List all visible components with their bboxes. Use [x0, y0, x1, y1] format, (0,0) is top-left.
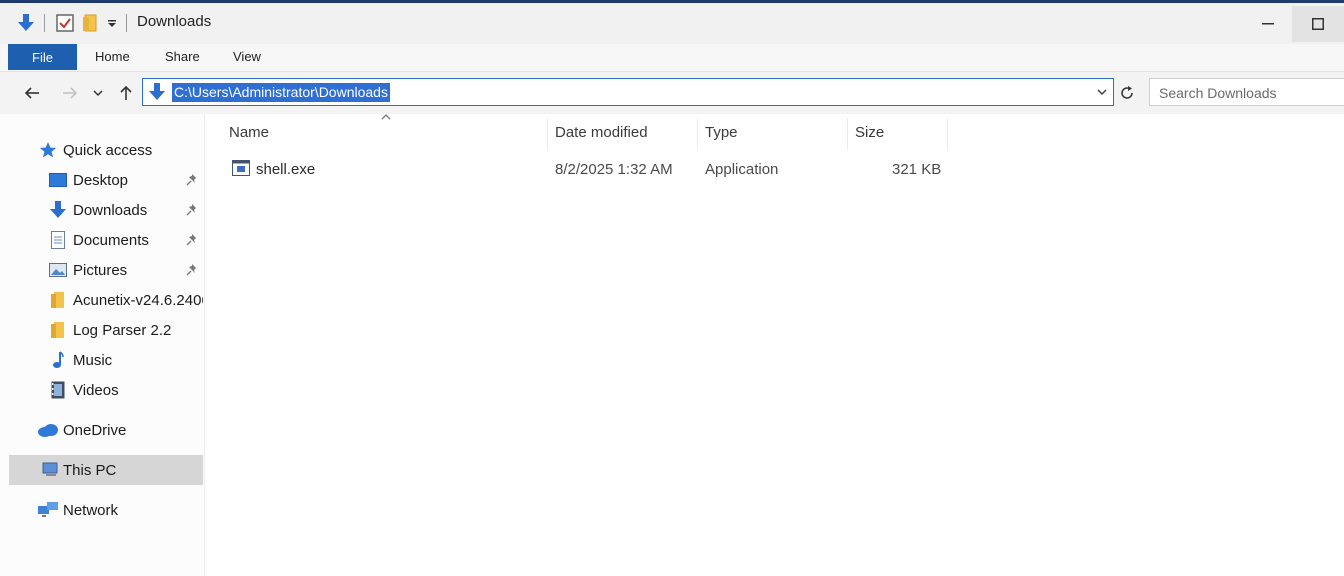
- nav-item-documents[interactable]: Documents: [0, 225, 203, 255]
- file-date: 8/2/2025 1:32 AM: [555, 161, 673, 178]
- nav-item-desktop[interactable]: Desktop: [0, 165, 203, 195]
- search-input[interactable]: Search Downloads: [1149, 78, 1344, 106]
- nav-this-pc-label: This PC: [63, 461, 117, 479]
- tab-view[interactable]: View: [233, 49, 261, 64]
- nav-item-label: Downloads: [73, 201, 148, 219]
- nav-item-log-parser[interactable]: Log Parser 2.2: [0, 315, 203, 345]
- documents-icon: [49, 231, 67, 249]
- column-header-type[interactable]: Type: [705, 124, 738, 141]
- file-name[interactable]: shell.exe: [256, 161, 315, 178]
- file-type: Application: [705, 161, 779, 178]
- file-list: Name Date modified Type Size shell.exe 8…: [206, 114, 1344, 576]
- refresh-button[interactable]: [1116, 82, 1138, 104]
- column-header-date[interactable]: Date modified: [555, 124, 648, 141]
- file-size: 321 KB: [892, 161, 942, 178]
- column-divider[interactable]: [847, 118, 848, 150]
- address-row: C:\Users\Administrator\Downloads Search …: [0, 72, 1344, 114]
- nav-quick-access[interactable]: Quick access: [0, 135, 203, 165]
- nav-item-videos[interactable]: Videos: [0, 375, 203, 405]
- customize-dropdown-icon[interactable]: [104, 12, 120, 34]
- column-divider[interactable]: [697, 118, 698, 150]
- nav-item-pictures[interactable]: Pictures: [0, 255, 203, 285]
- nav-item-music[interactable]: Music: [0, 345, 203, 375]
- titlebar-separator: [44, 14, 45, 32]
- nav-item-label: Documents: [73, 231, 149, 249]
- window-top-edge: [0, 0, 1344, 3]
- nav-item-label: Videos: [73, 381, 119, 399]
- downloads-icon: [49, 201, 67, 219]
- titlebar-separator-2: [126, 14, 127, 32]
- sort-ascending-icon: [381, 114, 391, 120]
- cloud-icon: [37, 421, 59, 439]
- minimize-button[interactable]: [1246, 6, 1290, 42]
- navigation-pane: Quick access Desktop Downloads Documents: [0, 114, 205, 576]
- address-path[interactable]: C:\Users\Administrator\Downloads: [172, 83, 390, 102]
- folder-icon: [49, 321, 67, 339]
- tab-file[interactable]: File: [8, 44, 77, 70]
- network-icon: [37, 501, 59, 519]
- desktop-icon: [49, 171, 67, 189]
- nav-network[interactable]: Network: [0, 495, 203, 525]
- nav-item-label: Log Parser 2.2: [73, 321, 172, 339]
- nav-this-pc[interactable]: This PC: [9, 455, 203, 485]
- pictures-icon: [49, 261, 67, 279]
- window-title: Downloads: [137, 13, 212, 30]
- back-button[interactable]: [21, 81, 43, 105]
- column-header-size[interactable]: Size: [855, 124, 884, 141]
- videos-icon: [49, 381, 67, 399]
- star-icon: [39, 141, 57, 159]
- nav-item-label: Pictures: [73, 261, 128, 279]
- pin-icon[interactable]: [185, 203, 199, 217]
- nav-item-downloads[interactable]: Downloads: [0, 195, 203, 225]
- forward-button[interactable]: [59, 81, 81, 105]
- tab-share[interactable]: Share: [165, 49, 200, 64]
- up-button[interactable]: [115, 81, 137, 105]
- tab-home[interactable]: Home: [95, 49, 130, 64]
- pin-icon[interactable]: [185, 173, 199, 187]
- folder-icon: [49, 291, 67, 309]
- nav-quick-access-label: Quick access: [63, 141, 153, 159]
- download-arrow-icon[interactable]: [16, 12, 36, 34]
- downloads-folder-icon: [147, 82, 167, 102]
- nav-onedrive-label: OneDrive: [63, 421, 127, 439]
- pin-icon[interactable]: [185, 263, 199, 277]
- column-divider[interactable]: [947, 118, 948, 150]
- properties-checkbox-icon[interactable]: [54, 12, 76, 34]
- address-bar[interactable]: C:\Users\Administrator\Downloads: [142, 78, 1114, 106]
- column-header-name[interactable]: Name: [229, 124, 269, 141]
- nav-item-label: Desktop: [73, 171, 129, 189]
- column-divider[interactable]: [547, 118, 548, 150]
- search-placeholder: Search Downloads: [1159, 85, 1277, 101]
- recent-locations-button[interactable]: [90, 81, 106, 105]
- nav-item-label: Music: [73, 351, 113, 369]
- computer-icon: [42, 461, 60, 479]
- nav-item-label: Acunetix-v24.6.2406: [73, 291, 203, 309]
- address-dropdown-icon[interactable]: [1095, 84, 1109, 100]
- maximize-button[interactable]: [1292, 6, 1344, 42]
- nav-onedrive[interactable]: OneDrive: [0, 415, 203, 445]
- new-folder-icon[interactable]: [80, 12, 100, 34]
- pin-icon[interactable]: [185, 233, 199, 247]
- file-row[interactable]: shell.exe 8/2/2025 1:32 AM Application 3…: [220, 154, 948, 184]
- title-bar: Downloads: [0, 0, 1344, 44]
- application-icon: [232, 160, 250, 176]
- nav-network-label: Network: [63, 501, 119, 519]
- music-note-icon: [49, 351, 67, 369]
- nav-item-acunetix[interactable]: Acunetix-v24.6.2406: [0, 285, 203, 315]
- ribbon-tabs: File Home Share View: [0, 44, 1344, 72]
